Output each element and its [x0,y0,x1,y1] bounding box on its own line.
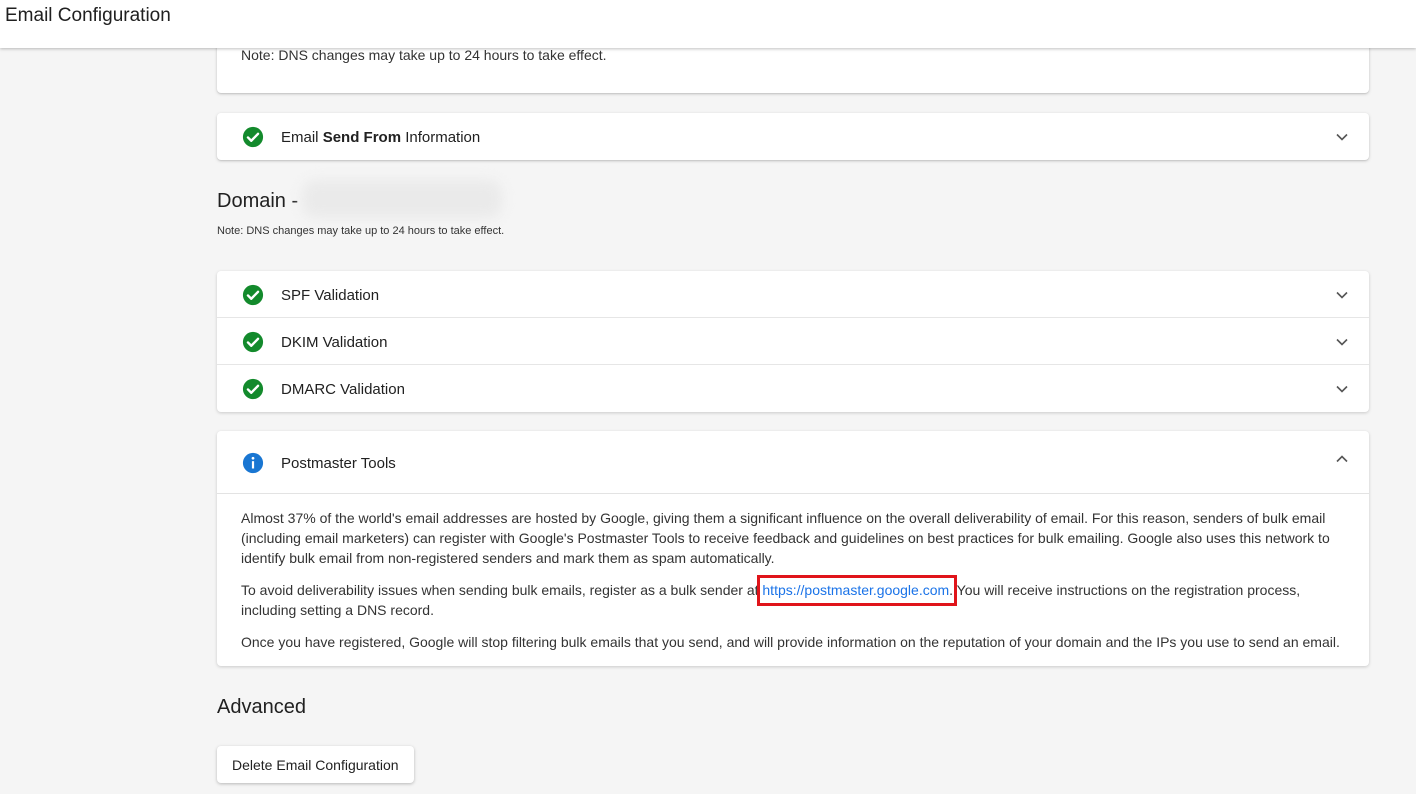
send-from-label: Email Send From Information [281,129,481,146]
chevron-down-icon[interactable] [1335,382,1349,396]
info-circle-icon [242,452,264,474]
domain-dns-note: Note: DNS changes may take up to 24 hour… [217,225,505,237]
check-circle-icon [242,284,264,306]
postmaster-tools-content: Almost 37% of the world's email addresse… [217,494,1369,666]
check-circle-icon [242,378,264,400]
postmaster-link[interactable]: https://postmaster.google.com [762,582,949,598]
chevron-down-icon[interactable] [1335,130,1349,144]
validation-panels: SPF Validation DKIM Validation DMARC Val… [217,271,1369,412]
spf-validation-panel[interactable]: SPF Validation [217,271,1369,318]
spf-label: SPF Validation [281,287,380,304]
postmaster-tools-header[interactable]: Postmaster Tools [217,431,1369,494]
chevron-down-icon[interactable] [1335,335,1349,349]
delete-email-configuration-button[interactable]: Delete Email Configuration [217,746,414,783]
postmaster-tools-label: Postmaster Tools [281,455,396,472]
domain-name-redacted [302,180,502,218]
postmaster-paragraph-2: To avoid deliverability issues when send… [241,575,1345,620]
top-bar: Email Configuration [0,0,1416,48]
postmaster-paragraph-3: Once you have registered, Google will st… [241,634,1340,650]
advanced-heading: Advanced [217,696,306,718]
chevron-down-icon[interactable] [1335,288,1349,302]
dmarc-validation-panel[interactable]: DMARC Validation [217,365,1369,412]
send-from-panel[interactable]: Email Send From Information [217,113,1369,160]
domain-heading: Domain - [217,190,299,212]
postmaster-tools-panel: Postmaster Tools Almost 37% of the world… [217,431,1369,666]
dns-note: Note: DNS changes may take up to 24 hour… [241,47,607,63]
dkim-label: DKIM Validation [281,334,388,351]
dkim-validation-panel[interactable]: DKIM Validation [217,318,1369,365]
chevron-up-icon[interactable] [1335,452,1349,466]
dmarc-label: DMARC Validation [281,381,405,398]
postmaster-paragraph-1: Almost 37% of the world's email addresse… [241,510,1330,566]
page-title: Email Configuration [5,5,171,26]
check-circle-icon [242,126,264,148]
check-circle-icon [242,331,264,353]
